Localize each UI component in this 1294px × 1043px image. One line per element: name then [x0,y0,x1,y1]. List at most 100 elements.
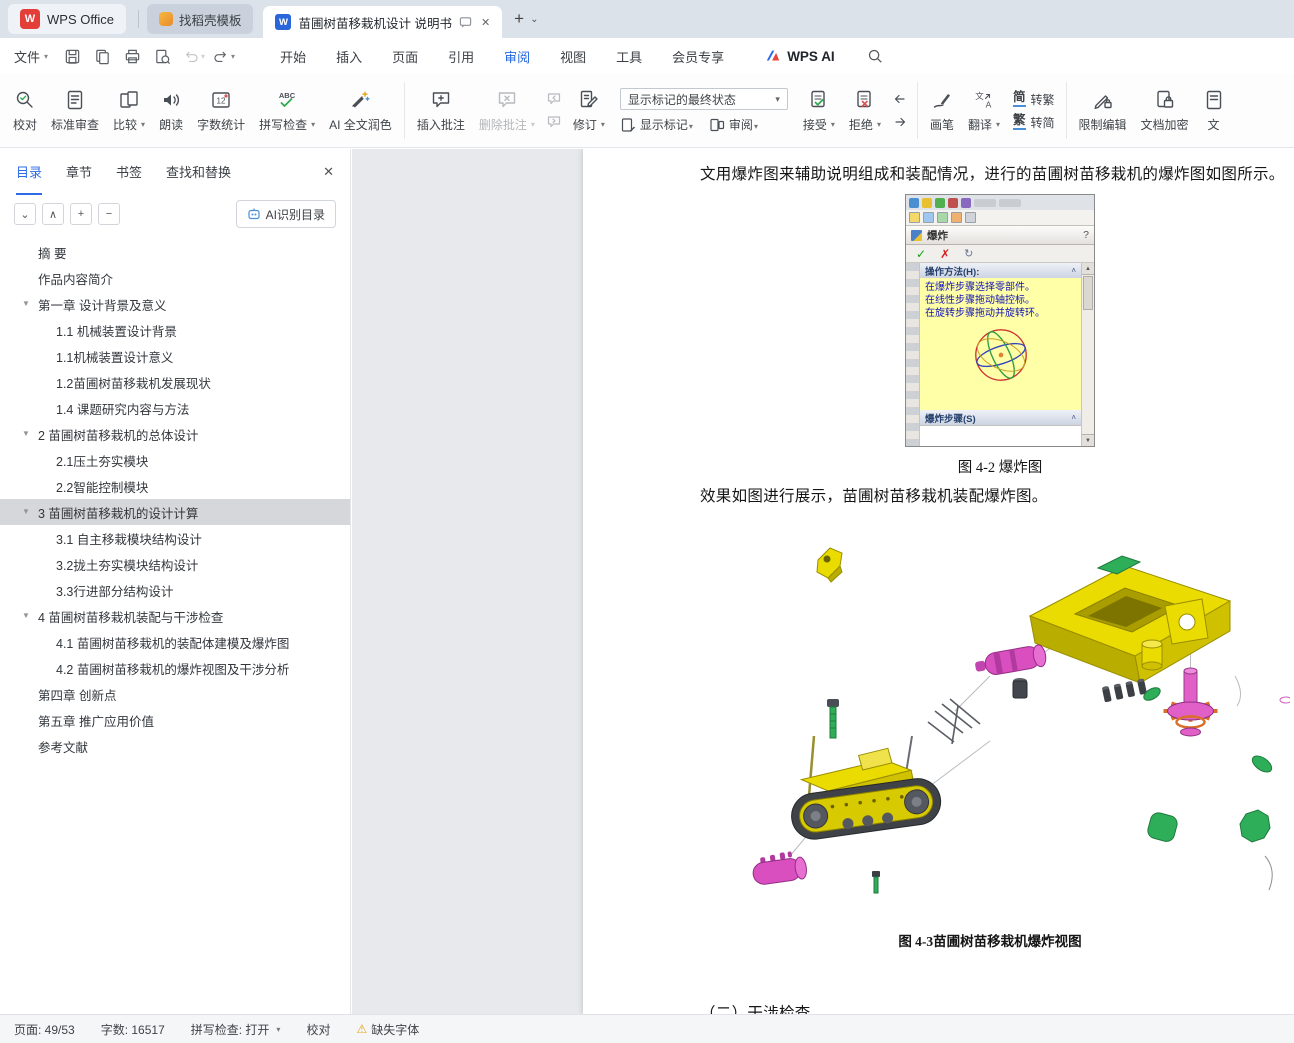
file-menu[interactable]: 文件 ▾ [14,47,48,66]
tab-home[interactable]: 开始 [265,38,321,74]
toc-item[interactable]: 第四章 创新点 [0,681,350,707]
tab-membership[interactable]: 会员专享 [657,38,739,74]
export-icon[interactable] [94,48,111,65]
ai-recognize-toc-button[interactable]: AI识别目录 [235,200,336,228]
previous-change-button[interactable] [891,91,909,107]
exploded-view-figure[interactable] [690,526,1290,916]
paragraph-clipped[interactable]: （二）干涉检查 [700,1001,811,1014]
print-preview-icon[interactable] [154,48,171,65]
delete-comment-button[interactable]: 删除批注 [472,79,542,142]
solidworks-explode-panel-image[interactable]: 爆炸 ? ✓ ✗ ↻ 操作方法(H): ˄ 在爆炸步骤选择零部件。 在线性步骤拖… [905,194,1095,447]
toc-item[interactable]: ▼ 第一章 设计背景及意义 [0,291,350,317]
toc-item[interactable]: ▼ 4 苗圃树苗移栽机装配与干涉检查 [0,603,350,629]
spell-check-button[interactable]: ABC 拼写检查 [252,79,322,142]
next-change-button[interactable] [891,114,909,130]
tab-reference[interactable]: 引用 [433,38,489,74]
toc-item[interactable]: 3.1 自主移栽模块结构设计 [0,525,350,551]
ink-pen-button[interactable]: 画笔 [923,79,961,142]
document-page[interactable]: 文用爆炸图来辅助说明组成和装配情况，进行的苗圃树苗移栽机的爆炸图如图所示。 爆炸… [583,149,1294,1014]
word-count-button[interactable]: 12 字数统计 [190,79,252,142]
show-markup-button[interactable]: 显示标记 [620,116,693,133]
scroll-thumb[interactable] [1083,276,1093,310]
toc-item-selected[interactable]: ▼ 3 苗圃树苗移栽机的设计计算 [0,499,350,525]
comment-bubble-icon[interactable] [459,16,472,29]
traditional-to-simplified-button[interactable]: 繁 转简 [1013,113,1055,131]
tab-view[interactable]: 视图 [545,38,601,74]
compare-button[interactable]: 比较 [106,79,152,142]
collapse-all-button[interactable]: ⌄ [14,203,36,225]
insert-comment-button[interactable]: 插入批注 [410,79,472,142]
proofread-button[interactable]: 校对 [6,79,44,142]
toc-expand-arrow-icon[interactable]: ▼ [22,508,30,516]
translate-button[interactable]: 文A 翻译 [961,79,1007,142]
toc-item[interactable]: 2.1压土夯实模块 [0,447,350,473]
tab-review[interactable]: 审阅 [489,38,545,74]
search-icon[interactable] [867,48,883,64]
accept-button[interactable]: 接受 [796,79,842,142]
read-aloud-button[interactable]: 朗读 [152,79,190,142]
toc-item[interactable]: 参考文献 [0,733,350,759]
scroll-down-icon[interactable]: ▼ [1082,434,1094,446]
standard-review-button[interactable]: 标准审查 [44,79,106,142]
toc-expand-arrow-icon[interactable]: ▼ [22,430,30,438]
toc-item[interactable]: 3.2拢土夯实模块结构设计 [0,551,350,577]
zoom-out-button[interactable]: − [98,203,120,225]
next-comment-button[interactable] [545,114,563,130]
toc-item[interactable]: 作品内容简介 [0,265,350,291]
track-changes-button[interactable]: 修订 [566,79,612,142]
markup-state-dropdown[interactable]: 显示标记的最终状态 [619,88,788,110]
previous-comment-button[interactable] [545,91,563,107]
tab-list-caret-icon[interactable]: ⌄ [530,14,538,25]
sidebar-tab-bookmarks[interactable]: 书签 [116,149,142,195]
review-pane-button[interactable]: 审阅 [709,116,758,133]
ai-polish-button[interactable]: AI 全文润色 [322,79,399,142]
toc-item[interactable]: 第五章 推广应用价值 [0,707,350,733]
figure-caption-bold[interactable]: 图 4-3苗圃树苗移栽机爆炸视图 [690,930,1290,950]
sidebar-tab-chapters[interactable]: 章节 [66,149,92,195]
scroll-up-icon[interactable]: ▲ [1082,263,1094,275]
figure-caption[interactable]: 图 4-2 爆炸图 [905,456,1095,477]
proofread-status[interactable]: 校对 [306,1021,330,1038]
save-icon[interactable] [64,48,81,65]
close-tab-icon[interactable]: ✕ [481,16,490,29]
redo-caret-icon[interactable]: ▾ [231,52,235,61]
undo-icon[interactable] [183,48,199,64]
new-tab-icon[interactable]: + [514,9,524,29]
toc-item[interactable]: 3.3行进部分结构设计 [0,577,350,603]
missing-font-warning[interactable]: ⚠ 缺失字体 [356,1021,419,1038]
toc-item[interactable]: 1.2苗圃树苗移栽机发展现状 [0,369,350,395]
toc-item[interactable]: ▼ 2 苗圃树苗移栽机的总体设计 [0,421,350,447]
paragraph[interactable]: 效果如图进行展示，苗圃树苗移栽机装配爆炸图。 [700,484,1048,506]
paragraph[interactable]: 文用爆炸图来辅助说明组成和装配情况，进行的苗圃树苗移栽机的爆炸图如图所示。 [700,162,1285,184]
toc-item[interactable]: 1.1 机械装置设计背景 [0,317,350,343]
wps-ai-button[interactable]: WPS AI [765,48,835,64]
expand-up-button[interactable]: ∧ [42,203,64,225]
tab-insert[interactable]: 插入 [321,38,377,74]
toc-item[interactable]: 4.1 苗圃树苗移栽机的装配体建模及爆炸图 [0,629,350,655]
simplified-to-traditional-button[interactable]: 简 转繁 [1013,90,1055,108]
document-tab[interactable]: W 苗圃树苗移栽机设计 说明书 ✕ [263,6,503,38]
encrypt-document-button[interactable]: 文档加密 [1134,79,1196,142]
wps-home-tab[interactable]: W WPS Office [8,4,126,34]
close-sidebar-icon[interactable]: ✕ [323,164,334,180]
toc-expand-arrow-icon[interactable]: ▼ [22,300,30,308]
word-count-indicator[interactable]: 字数: 16517 [101,1021,165,1038]
toc-expand-arrow-icon[interactable]: ▼ [22,612,30,620]
redo-icon[interactable] [213,48,229,64]
tab-page[interactable]: 页面 [377,38,433,74]
tab-tools[interactable]: 工具 [601,38,657,74]
toc-item[interactable]: 摘 要 [0,239,350,265]
sw-scrollbar[interactable]: ▲ ▼ [1081,263,1094,446]
sidebar-tab-toc[interactable]: 目录 [16,149,43,195]
print-icon[interactable] [124,48,141,65]
template-tab[interactable]: 找稻壳模板 [146,4,254,34]
toc-item[interactable]: 1.4 课题研究内容与方法 [0,395,350,421]
undo-caret-icon[interactable]: ▾ [201,52,205,61]
zoom-in-button[interactable]: + [70,203,92,225]
toc-item[interactable]: 1.1机械装置设计意义 [0,343,350,369]
toc-item[interactable]: 4.2 苗圃树苗移栽机的爆炸视图及干涉分析 [0,655,350,681]
spell-check-status[interactable]: 拼写检查: 打开 [191,1021,281,1038]
toc-item[interactable]: 2.2智能控制模块 [0,473,350,499]
reject-button[interactable]: 拒绝 [842,79,888,142]
sidebar-tab-find-replace[interactable]: 查找和替换 [166,149,231,195]
